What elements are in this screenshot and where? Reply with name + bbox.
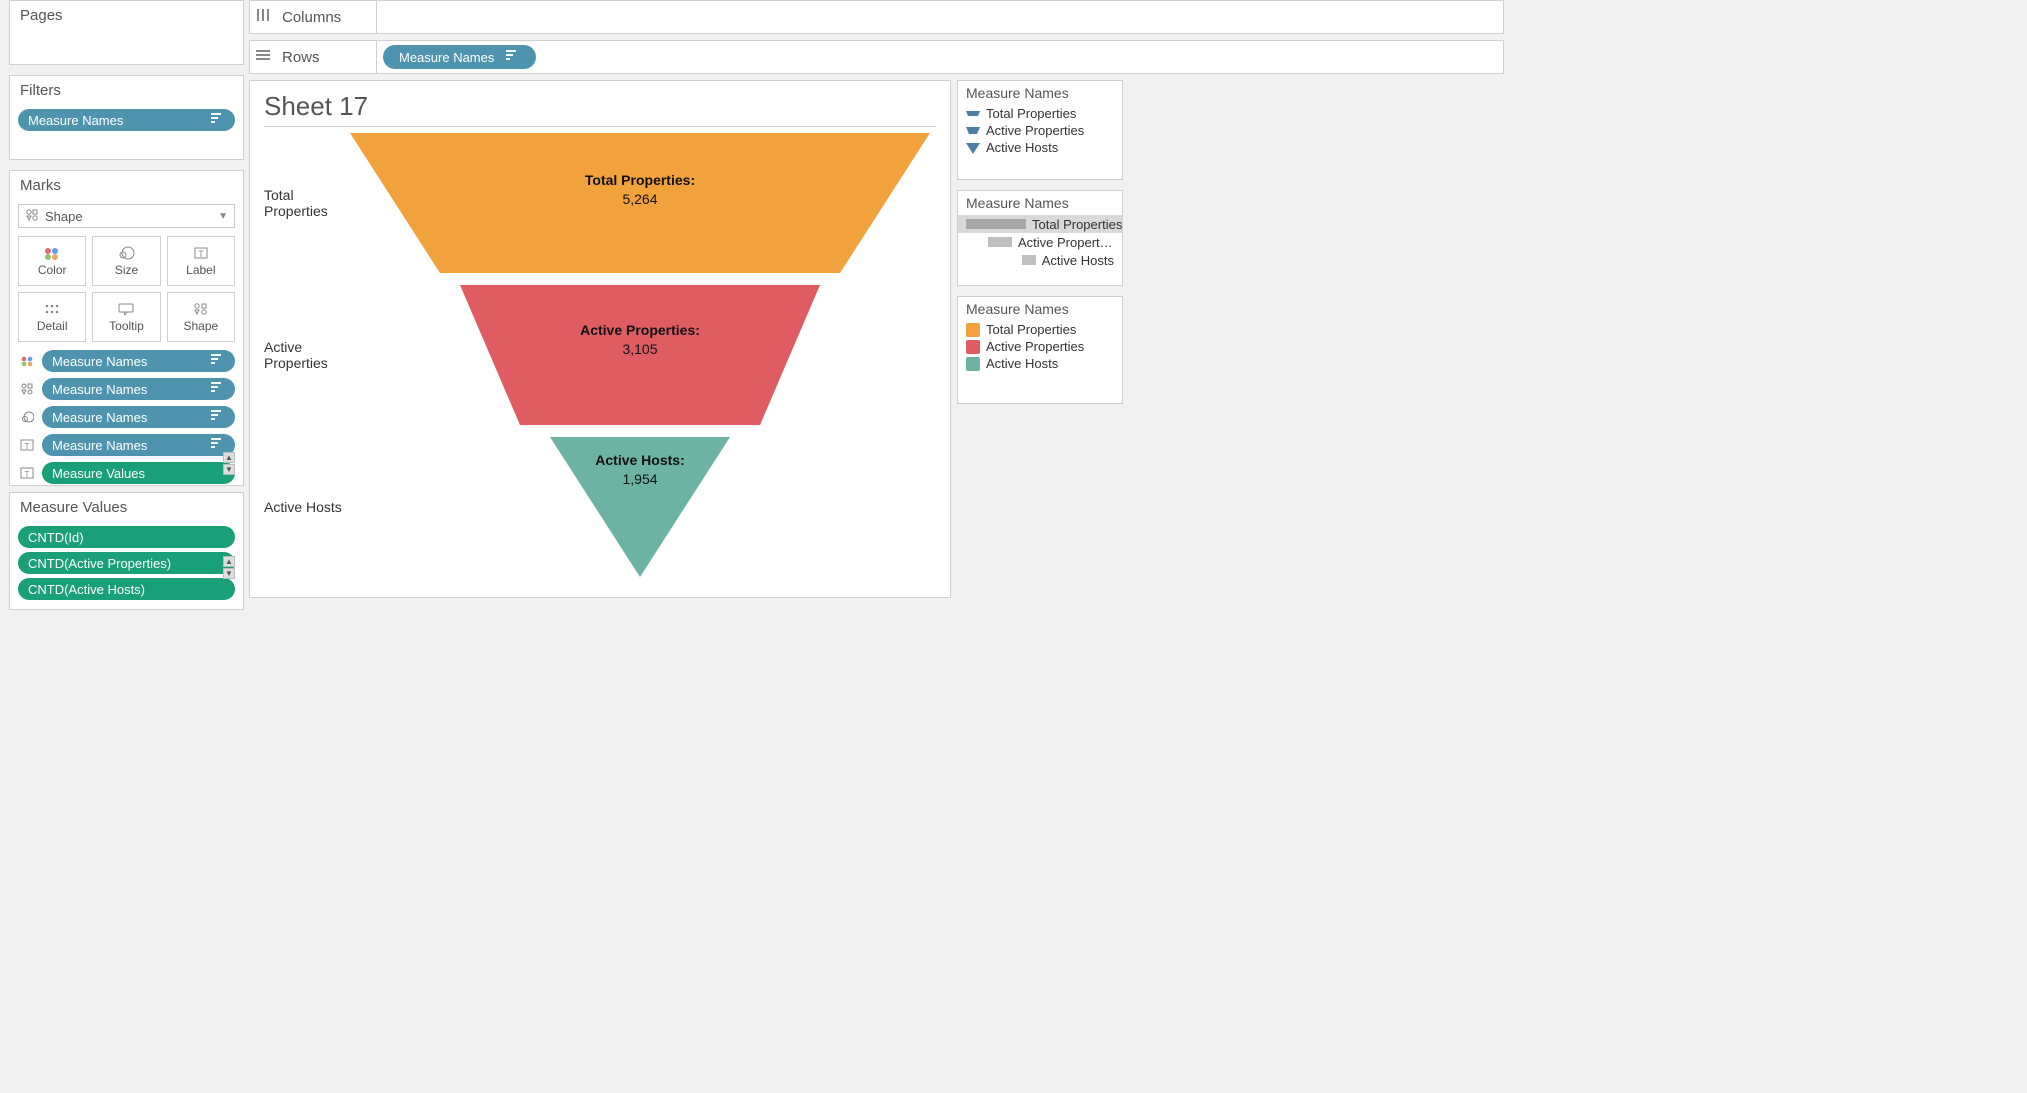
marks-pill-values[interactable]: Measure Values [42, 462, 235, 484]
marks-detail-button[interactable]: Detail [18, 292, 86, 342]
scroll-down-button[interactable]: ▼ [223, 464, 235, 475]
funnel-row: Active Properties Active Properties: 3,1… [264, 285, 936, 425]
legend-size-item[interactable]: Active Properties [958, 233, 1122, 251]
mv-pill[interactable]: CNTD(Active Hosts) [18, 578, 235, 600]
funnel-row: Active Hosts Active Hosts: 1,954 [264, 437, 936, 577]
row-header: Active Properties [264, 339, 344, 371]
columns-label: Columns [276, 9, 376, 26]
columns-shelf[interactable]: Columns [249, 0, 1504, 34]
funnel-value: 5,264 [585, 190, 695, 209]
marks-color-button[interactable]: Color [18, 236, 86, 286]
marks-size-button[interactable]: Size [92, 236, 160, 286]
marks-panel: Marks Shape ▼ Color Size T Label Detail … [9, 170, 244, 486]
legend-title: Measure Names [958, 297, 1122, 321]
legend-item[interactable]: Active Properties [958, 338, 1122, 355]
filter-pill-measure-names[interactable]: Measure Names [18, 109, 235, 131]
marks-type-label: Shape [45, 209, 83, 224]
size-icon [18, 411, 36, 423]
marks-tooltip-button[interactable]: Tooltip [92, 292, 160, 342]
sort-icon [199, 438, 225, 453]
marks-button-label: Detail [37, 319, 68, 333]
marks-button-label: Size [115, 263, 138, 277]
columns-drop-zone[interactable] [376, 1, 1503, 33]
chart-canvas: Sheet 17 Total Properties Total Properti… [249, 80, 951, 598]
scroll-up-button[interactable]: ▲ [223, 452, 235, 463]
funnel-row: Total Properties Total Properties: 5,264 [264, 133, 936, 273]
shape-icon [25, 208, 39, 225]
sort-icon [199, 354, 225, 369]
svg-text:T: T [25, 470, 30, 479]
color-icon [18, 355, 36, 367]
filters-title: Filters [10, 76, 243, 109]
rows-pill-measure-names[interactable]: Measure Names [383, 45, 536, 69]
legend-item[interactable]: Active Properties [958, 122, 1122, 139]
funnel-label: Active Properties [580, 322, 695, 338]
chevron-down-icon: ▼ [218, 211, 228, 222]
shape-icon [18, 383, 36, 395]
measure-values-panel: Measure Values CNTD(Id) CNTD(Active Prop… [9, 492, 244, 610]
mv-pill[interactable]: CNTD(Active Properties) [18, 552, 235, 574]
legend-size: Measure Names Total Properties Active Pr… [957, 190, 1123, 286]
columns-icon [250, 8, 276, 27]
sort-icon [199, 382, 225, 397]
svg-text:T: T [25, 442, 30, 451]
funnel-label: Total Properties [585, 172, 691, 188]
rows-icon [250, 48, 276, 67]
chart-title: Sheet 17 [264, 91, 936, 122]
scroll-up-button[interactable]: ▲ [223, 556, 235, 567]
marks-button-label: Tooltip [109, 319, 144, 333]
marks-type-select[interactable]: Shape ▼ [18, 204, 235, 228]
label-icon: T [18, 439, 36, 451]
marks-pill-size[interactable]: Measure Names [42, 406, 235, 428]
funnel-value: 1,954 [595, 470, 684, 489]
marks-pill-shape[interactable]: Measure Names [42, 378, 235, 400]
marks-pill-label[interactable]: Measure Names [42, 434, 235, 456]
rows-shelf[interactable]: Rows Measure Names [249, 40, 1504, 74]
filters-panel: Filters Measure Names [9, 75, 244, 160]
legend-item[interactable]: Total Properties [958, 105, 1122, 122]
rows-label: Rows [276, 49, 376, 66]
funnel-value: 3,105 [580, 340, 700, 359]
marks-pill-color[interactable]: Measure Names [42, 350, 235, 372]
scroll-down-button[interactable]: ▼ [223, 568, 235, 579]
marks-title: Marks [10, 171, 243, 204]
legend-item[interactable]: Total Properties [958, 321, 1122, 338]
legend-item[interactable]: Active Hosts [958, 355, 1122, 372]
label-icon: T [18, 467, 36, 479]
legend-shape: Measure Names Total Properties Active Pr… [957, 80, 1123, 180]
marks-button-label: Label [186, 263, 215, 277]
sort-icon [199, 410, 225, 425]
funnel-label: Active Hosts [595, 452, 680, 468]
measure-values-title: Measure Values [10, 493, 243, 526]
filter-pill-label: Measure Names [28, 113, 123, 128]
pages-panel: Pages [9, 0, 244, 65]
row-header: Active Hosts [264, 499, 344, 515]
legend-size-item[interactable]: Total Properties [958, 215, 1122, 233]
legend-title: Measure Names [958, 81, 1122, 105]
svg-text:T: T [198, 249, 204, 259]
marks-label-button[interactable]: T Label [167, 236, 235, 286]
legend-color: Measure Names Total Properties Active Pr… [957, 296, 1123, 404]
legend-size-item[interactable]: Active Hosts [958, 251, 1122, 269]
row-header: Total Properties [264, 187, 344, 219]
sort-icon [494, 50, 520, 65]
marks-shape-button[interactable]: Shape [167, 292, 235, 342]
marks-button-label: Color [38, 263, 67, 277]
marks-button-label: Shape [183, 319, 218, 333]
rows-drop-zone[interactable]: Measure Names [376, 41, 1503, 73]
sort-icon [199, 113, 225, 128]
legend-item[interactable]: Active Hosts [958, 139, 1122, 156]
pages-title: Pages [10, 1, 243, 34]
mv-pill[interactable]: CNTD(Id) [18, 526, 235, 548]
legend-title: Measure Names [958, 191, 1122, 215]
